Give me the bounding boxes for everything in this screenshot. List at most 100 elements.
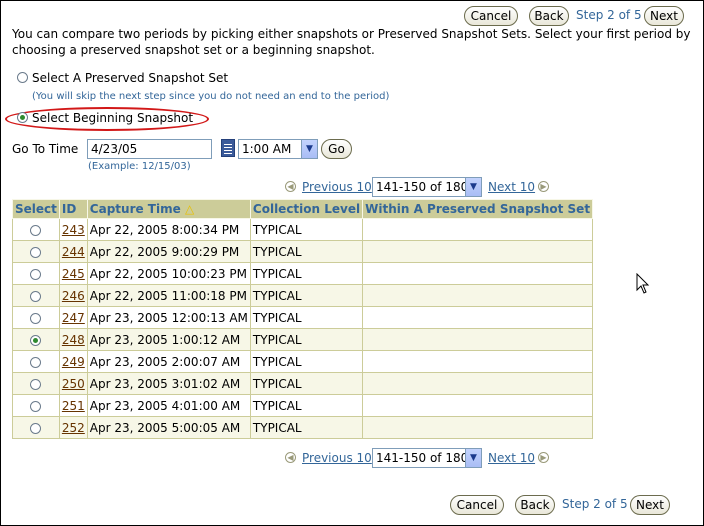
row-preserved-set xyxy=(362,394,594,417)
column-header-preserved-set: Within A Preserved Snapshot Set xyxy=(362,199,594,219)
snapshot-id-link[interactable]: 244 xyxy=(62,245,85,259)
row-select-cell xyxy=(12,416,60,439)
table-row: 252 Apr 23, 2005 5:00:05 AM TYPICAL xyxy=(12,416,594,439)
row-capture-time: Apr 23, 2005 1:00:12 AM xyxy=(86,328,251,351)
row-capture-time: Apr 23, 2005 3:01:02 AM xyxy=(86,372,251,395)
sort-ascending-icon: △ xyxy=(184,202,195,216)
table-header-row: Select ID Capture Time △ Collection Leve… xyxy=(12,199,594,219)
row-collection-level: TYPICAL xyxy=(249,306,364,329)
next-arrow-icon[interactable]: ▶ xyxy=(538,452,549,463)
table-row: 248 Apr 23, 2005 1:00:12 AM TYPICAL xyxy=(12,328,594,351)
column-header-collection-level: Collection Level xyxy=(249,199,364,219)
date-input[interactable]: 4/23/05 xyxy=(87,139,212,159)
row-id-cell: 245 xyxy=(58,262,88,285)
row-id-cell: 243 xyxy=(58,218,88,241)
date-example-hint: (Example: 12/15/03) xyxy=(88,161,191,172)
row-id-cell: 246 xyxy=(58,284,88,307)
row-capture-time: Apr 23, 2005 4:01:00 AM xyxy=(86,394,251,417)
row-collection-level: TYPICAL xyxy=(249,416,364,439)
row-select-cell xyxy=(12,372,60,395)
next-button[interactable]: Next xyxy=(644,6,684,26)
row-id-cell: 250 xyxy=(58,372,88,395)
row-id-cell: 251 xyxy=(58,394,88,417)
table-row: 250 Apr 23, 2005 3:01:02 AM TYPICAL xyxy=(12,372,594,395)
back-button[interactable]: Back xyxy=(515,495,555,515)
capture-time-header-label: Capture Time xyxy=(89,202,181,216)
row-preserved-set xyxy=(362,284,594,307)
snapshot-id-link[interactable]: 251 xyxy=(62,399,85,413)
row-select-radio[interactable] xyxy=(30,334,42,346)
cancel-button[interactable]: Cancel xyxy=(450,495,504,515)
row-preserved-set xyxy=(362,262,594,285)
next-10-link[interactable]: Next 10 xyxy=(488,450,535,466)
cancel-button[interactable]: Cancel xyxy=(464,6,518,26)
column-header-select: Select xyxy=(12,199,60,219)
row-select-radio[interactable] xyxy=(30,268,42,280)
snapshot-id-link[interactable]: 248 xyxy=(62,333,85,347)
row-preserved-set xyxy=(362,372,594,395)
row-capture-time: Apr 23, 2005 5:00:05 AM xyxy=(86,416,251,439)
previous-10-link[interactable]: Previous 10 xyxy=(302,450,372,466)
row-select-radio[interactable] xyxy=(30,312,42,324)
row-capture-time: Apr 23, 2005 2:00:07 AM xyxy=(86,350,251,373)
range-select[interactable]: 141-150 of 180 ▼ xyxy=(372,177,482,197)
snapshot-id-link[interactable]: 247 xyxy=(62,311,85,325)
row-select-radio[interactable] xyxy=(30,422,42,434)
table-row: 251 Apr 23, 2005 4:01:00 AM TYPICAL xyxy=(12,394,594,417)
step-indicator: Step 2 of 5 xyxy=(576,8,642,22)
next-10-link[interactable]: Next 10 xyxy=(488,179,535,195)
time-select[interactable]: 1:00 AM ▼ xyxy=(238,139,318,159)
chevron-down-icon: ▼ xyxy=(301,140,317,158)
row-select-radio[interactable] xyxy=(30,378,42,390)
previous-10-link[interactable]: Previous 10 xyxy=(302,179,372,195)
snapshot-id-link[interactable]: 250 xyxy=(62,377,85,391)
beginning-snapshot-radio[interactable] xyxy=(17,112,28,123)
row-capture-time: Apr 23, 2005 12:00:13 AM xyxy=(86,306,251,329)
row-select-radio[interactable] xyxy=(30,246,42,258)
snapshot-id-link[interactable]: 246 xyxy=(62,289,85,303)
range-select[interactable]: 141-150 of 180 ▼ xyxy=(372,448,482,468)
row-collection-level: TYPICAL xyxy=(249,372,364,395)
intro-text: You can compare two periods by picking e… xyxy=(12,27,691,57)
range-select-value: 141-150 of 180 xyxy=(376,451,469,465)
row-capture-time: Apr 22, 2005 11:00:18 PM xyxy=(86,284,251,307)
row-select-cell xyxy=(12,262,60,285)
chevron-down-icon: ▼ xyxy=(465,178,481,196)
previous-arrow-icon[interactable]: ◀ xyxy=(285,452,296,463)
previous-arrow-icon[interactable]: ◀ xyxy=(285,181,296,192)
preserved-set-label: Select A Preserved Snapshot Set xyxy=(32,71,229,85)
mouse-cursor-icon xyxy=(636,273,650,294)
row-collection-level: TYPICAL xyxy=(249,328,364,351)
step-indicator: Step 2 of 5 xyxy=(562,497,628,511)
row-preserved-set xyxy=(362,240,594,263)
row-select-radio[interactable] xyxy=(30,356,42,368)
snapshot-id-link[interactable]: 243 xyxy=(62,223,85,237)
next-button[interactable]: Next xyxy=(630,495,670,515)
row-collection-level: TYPICAL xyxy=(249,218,364,241)
snapshot-id-link[interactable]: 252 xyxy=(62,421,85,435)
table-row: 246 Apr 22, 2005 11:00:18 PM TYPICAL xyxy=(12,284,594,307)
row-select-radio[interactable] xyxy=(30,400,42,412)
row-collection-level: TYPICAL xyxy=(249,240,364,263)
row-collection-level: TYPICAL xyxy=(249,262,364,285)
time-select-value: 1:00 AM xyxy=(242,142,292,156)
row-select-radio[interactable] xyxy=(30,224,42,236)
row-capture-time: Apr 22, 2005 10:00:23 PM xyxy=(86,262,251,285)
row-select-cell xyxy=(12,394,60,417)
column-header-id[interactable]: ID xyxy=(58,199,88,219)
row-id-cell: 252 xyxy=(58,416,88,439)
row-select-radio[interactable] xyxy=(30,290,42,302)
next-arrow-icon[interactable]: ▶ xyxy=(538,181,549,192)
back-button[interactable]: Back xyxy=(529,6,569,26)
range-select-value: 141-150 of 180 xyxy=(376,180,469,194)
snapshot-id-link[interactable]: 245 xyxy=(62,267,85,281)
calendar-icon[interactable] xyxy=(221,139,235,157)
column-header-capture-time[interactable]: Capture Time △ xyxy=(86,199,251,219)
table-row: 244 Apr 22, 2005 9:00:29 PM TYPICAL xyxy=(12,240,594,263)
row-id-cell: 244 xyxy=(58,240,88,263)
row-select-cell xyxy=(12,350,60,373)
preserved-set-radio[interactable] xyxy=(17,72,28,83)
snapshot-id-link[interactable]: 249 xyxy=(62,355,85,369)
go-button[interactable]: Go xyxy=(321,139,352,159)
row-id-cell: 249 xyxy=(58,350,88,373)
